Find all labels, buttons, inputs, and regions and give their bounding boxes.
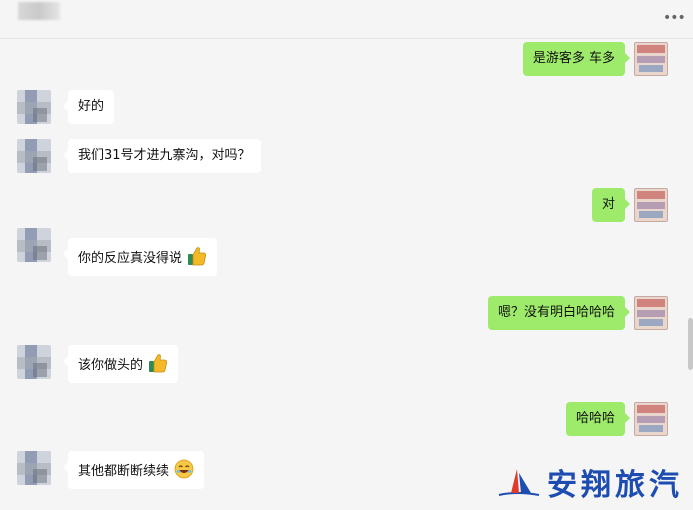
message-text: 对	[601, 197, 615, 212]
contact-avatar[interactable]	[17, 139, 51, 173]
message-bubble-other[interactable]: 你的反应真没得说	[62, 238, 218, 276]
message-text: 是游客多 车多	[532, 51, 615, 66]
message-bubble-self[interactable]: 哈哈哈	[565, 402, 631, 436]
message-bubble-other[interactable]: 我们31号才进九寨沟，对吗？	[63, 139, 261, 173]
more-horizontal-icon[interactable]: •••	[663, 11, 686, 25]
self-avatar[interactable]	[634, 296, 668, 330]
laughing-face-icon	[174, 459, 194, 479]
self-avatar[interactable]	[634, 42, 668, 76]
sail-logo-icon	[498, 469, 540, 496]
message-row: 哈哈哈	[0, 402, 693, 438]
message-bubble-other[interactable]: 好的	[62, 90, 115, 124]
message-text: 其他都断断续续	[78, 464, 170, 479]
message-row: 对	[0, 188, 693, 224]
message-row: 嗯？没有明白哈哈哈	[0, 296, 693, 332]
contact-avatar[interactable]	[17, 451, 51, 485]
message-text: 嗯？没有明白哈哈哈	[497, 305, 615, 320]
message-text: 哈哈哈	[575, 411, 615, 426]
message-bubble-self[interactable]: 对	[591, 188, 631, 222]
self-avatar[interactable]	[634, 402, 668, 436]
message-row: 是游客多 车多	[0, 42, 693, 78]
message-bubble-self[interactable]: 嗯？没有明白哈哈哈	[487, 296, 631, 330]
watermark-text: 安翔旅汽	[547, 468, 683, 503]
message-bubble-other[interactable]: 其他都断断续续	[62, 451, 205, 489]
self-avatar[interactable]	[634, 188, 668, 222]
contact-avatar[interactable]	[17, 345, 51, 379]
blurred-contact-name	[18, 2, 60, 20]
message-row: 你的反应真没得说	[0, 228, 693, 278]
chat-header: •••	[0, 0, 693, 39]
message-row: 好的	[0, 90, 693, 126]
contact-avatar[interactable]	[17, 90, 51, 124]
contact-avatar[interactable]	[17, 228, 51, 262]
message-row: 我们31号才进九寨沟，对吗？	[0, 139, 693, 175]
thumbs-up-icon	[149, 354, 168, 373]
scrollbar[interactable]	[688, 318, 693, 370]
message-row: 该你做头的	[0, 345, 693, 385]
message-text: 你的反应真没得说	[78, 251, 183, 266]
message-text: 该你做头的	[78, 358, 144, 373]
message-text: 好的	[78, 99, 105, 114]
message-bubble-other[interactable]: 该你做头的	[62, 345, 179, 383]
message-text: 我们31号才进九寨沟，对吗？	[78, 148, 251, 163]
message-bubble-self[interactable]: 是游客多 车多	[522, 42, 631, 76]
watermark: 安翔旅汽	[497, 464, 683, 503]
thumbs-up-icon	[188, 247, 207, 266]
